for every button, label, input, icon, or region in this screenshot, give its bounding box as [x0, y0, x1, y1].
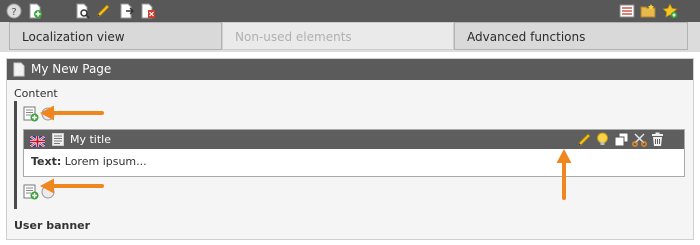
copy-icon[interactable] [613, 131, 630, 148]
element-body-text: Lorem ipsum... [64, 155, 147, 168]
tab-non-used-elements[interactable]: Non-used elements [222, 22, 454, 50]
help-icon[interactable]: ? [6, 3, 22, 19]
next-column-label: User banner [14, 219, 91, 232]
annotation-arrow-left-bottom [40, 178, 104, 194]
hide-lightbulb-icon[interactable] [594, 131, 611, 148]
preview-icon[interactable] [74, 3, 90, 19]
content-element-header: My title [24, 130, 684, 149]
favorite-star-icon[interactable] [662, 3, 678, 19]
annotation-arrow-left-top [40, 105, 104, 121]
page-header: My New Page [7, 59, 693, 80]
new-content-element-icon[interactable] [23, 106, 39, 122]
page-icon [13, 62, 25, 77]
content-element[interactable]: My title Text: Lorem ipsum... [23, 129, 685, 177]
tab-advanced-functions[interactable]: Advanced functions [454, 22, 688, 50]
folder-star-icon[interactable] [640, 3, 656, 19]
edit-pencil-icon[interactable] [95, 3, 111, 19]
content-column: My title Text: Lorem ipsum... [14, 101, 688, 209]
new-page-icon[interactable] [27, 3, 43, 19]
element-body-label: Text: [31, 155, 62, 168]
cut-scissors-icon[interactable] [631, 131, 648, 148]
list-icon[interactable] [619, 3, 635, 19]
annotation-arrow-up [556, 149, 572, 200]
edit-pencil-icon[interactable] [576, 131, 593, 148]
delete-icon[interactable] [140, 3, 156, 19]
new-content-element-icon[interactable] [23, 184, 39, 200]
tab-localization-view[interactable]: Localization view [9, 22, 222, 50]
view-tabs: Localization view Non-used elements Adva… [0, 22, 700, 52]
svg-text:?: ? [11, 7, 16, 18]
move-icon[interactable] [119, 3, 135, 19]
page-title: My New Page [31, 62, 112, 76]
column-label: Content [14, 87, 58, 100]
element-action-icons [24, 131, 684, 148]
top-toolbar: ? [0, 0, 700, 22]
page-panel: My New Page Content My title Text: Lorem… [6, 58, 694, 240]
element-body: Text: Lorem ipsum... [31, 155, 147, 168]
delete-trash-icon[interactable] [649, 131, 666, 148]
